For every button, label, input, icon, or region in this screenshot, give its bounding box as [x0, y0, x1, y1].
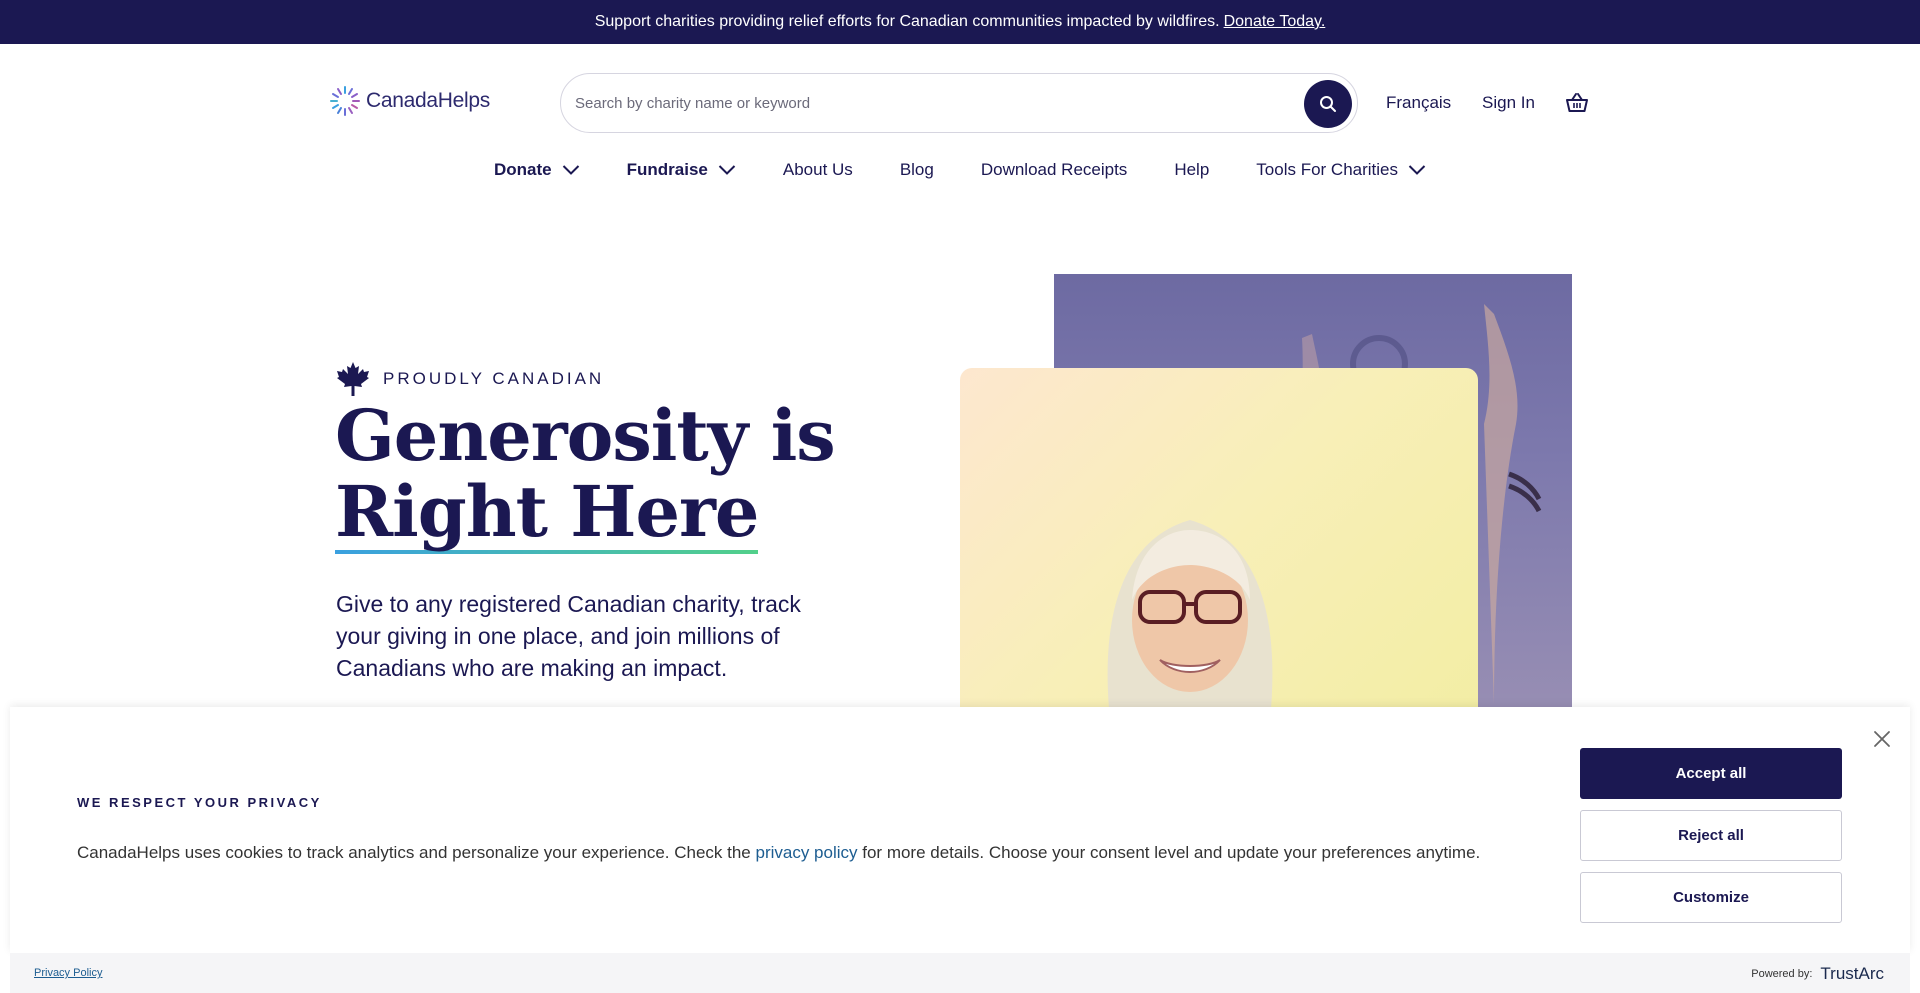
headline-line-2: Right Here: [335, 470, 759, 554]
main-nav: Donate Fundraise About Us Blog Download …: [0, 158, 1920, 182]
canadahelps-logo[interactable]: CanadaHelps: [328, 84, 490, 118]
nav-donate-label: Donate: [494, 160, 552, 179]
hero-eyebrow: PROUDLY CANADIAN: [336, 361, 604, 397]
cart-button[interactable]: [1565, 91, 1589, 120]
privacy-policy-link[interactable]: privacy policy: [755, 843, 857, 862]
search-input[interactable]: [575, 74, 1255, 132]
nav-fundraise-label: Fundraise: [626, 160, 708, 179]
maple-leaf-icon: [337, 362, 369, 396]
nav-tools-label: Tools For Charities: [1256, 160, 1398, 179]
nav-fundraise[interactable]: Fundraise: [627, 160, 736, 180]
cookie-footer: Privacy Policy Powered by: TrustArc: [10, 953, 1910, 993]
headline-line-1: Generosity is: [335, 394, 836, 477]
nav-tools-for-charities[interactable]: Tools For Charities: [1256, 160, 1426, 180]
cookie-text-before: CanadaHelps uses cookies to track analyt…: [77, 843, 756, 862]
nav-help-label: Help: [1174, 160, 1210, 179]
eyebrow-text: PROUDLY CANADIAN: [383, 369, 605, 388]
search-button[interactable]: [1304, 80, 1352, 128]
nav-download-receipts[interactable]: Download Receipts: [981, 160, 1127, 180]
logo-text: CanadaHelps: [366, 89, 490, 112]
nav-download-receipts-label: Download Receipts: [980, 160, 1128, 179]
reject-all-button[interactable]: Reject all: [1580, 810, 1842, 861]
nav-help[interactable]: Help: [1174, 160, 1209, 180]
powered-by-label: Powered by:: [1751, 968, 1813, 980]
cookie-text-after: for more details. Choose your consent le…: [857, 843, 1481, 862]
nav-about-us[interactable]: About Us: [783, 160, 853, 180]
search-icon: [1320, 96, 1336, 112]
powered-by: Powered by: TrustArc: [1751, 964, 1884, 984]
hero-description: Give to any registered Canadian charity,…: [336, 591, 801, 681]
chevron-down-icon: [1408, 165, 1426, 175]
chevron-down-icon: [562, 165, 579, 175]
nav-donate[interactable]: Donate: [494, 160, 580, 180]
announcement-bar: Support charities providing relief effor…: [0, 0, 1920, 44]
cookie-description: CanadaHelps uses cookies to track analyt…: [77, 843, 1480, 863]
language-toggle[interactable]: Français: [1386, 93, 1451, 113]
nav-about-us-label: About Us: [782, 160, 853, 179]
trustarc-logo[interactable]: TrustArc: [1820, 964, 1884, 984]
nav-blog[interactable]: Blog: [900, 160, 934, 180]
chevron-down-icon: [718, 165, 736, 175]
logo-mark-icon: [330, 86, 360, 116]
cookie-title: WE RESPECT YOUR PRIVACY: [77, 795, 322, 810]
announcement-text: Support charities providing relief effor…: [594, 13, 1220, 30]
site-header: CanadaHelps Français Sign In: [0, 44, 1920, 164]
smiling-woman-graphic: [1107, 520, 1273, 720]
search-bar: [560, 73, 1358, 133]
nav-blog-label: Blog: [899, 160, 934, 179]
accept-all-button[interactable]: Accept all: [1580, 748, 1842, 799]
cookie-consent-banner: WE RESPECT YOUR PRIVACY CanadaHelps uses…: [10, 707, 1910, 953]
donate-today-link[interactable]: Donate Today.: [1224, 13, 1326, 31]
hero-headline: Generosity is Right Here: [335, 398, 836, 554]
close-icon[interactable]: [1870, 727, 1894, 751]
customize-button[interactable]: Customize: [1580, 872, 1842, 923]
basket-icon: [1566, 93, 1588, 112]
footer-privacy-policy-link[interactable]: Privacy Policy: [34, 967, 102, 979]
sign-in-link[interactable]: Sign In: [1482, 93, 1535, 113]
